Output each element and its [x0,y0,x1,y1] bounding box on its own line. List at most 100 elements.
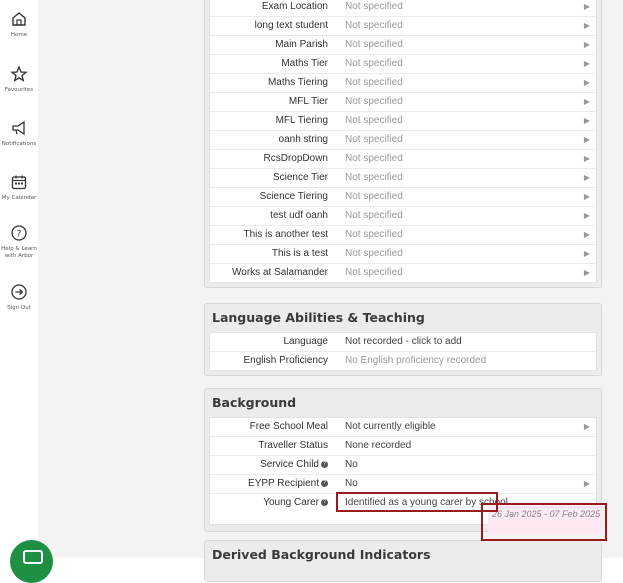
row-value: No English proficiency recorded [345,355,487,366]
help-icon[interactable]: ? [321,479,328,487]
derived-background-panel: Derived Background Indicators [204,540,602,582]
row-label: Science Tiering [259,191,328,202]
arrow-right-icon: ▶ [583,249,590,258]
chat-button[interactable] [10,540,53,583]
english-proficiency-row[interactable]: English Proficiency No English proficienc… [210,352,596,370]
derived-panel-title: Derived Background Indicators [212,547,431,562]
nav-favourites[interactable]: Favourites [0,65,38,94]
row-label: This is a test [271,248,328,259]
row-label: Main Parish [275,39,328,50]
udf-row[interactable]: This is another test Not specified ▶ [210,226,596,245]
row-label: Maths Tiering [267,77,328,88]
row-value: Not specified [345,210,403,221]
row-value: Not currently eligible [345,421,436,432]
row-label: This is another test [243,229,328,240]
row-label: long text student [254,20,328,31]
eypp-recipient-row[interactable]: EYPP Recipient? No ▶ [210,475,596,494]
row-value: Not specified [345,153,403,164]
udf-row[interactable]: Science Tier Not specified ▶ [210,169,596,188]
udf-row[interactable]: long text student Not specified ▶ [210,17,596,36]
arrow-right-icon: ▶ [583,230,590,239]
nav-help-label: Help & Learn [1,246,37,252]
main-content: Exam Location Not specified ▶ long text st… [38,0,623,582]
arrow-right-icon: ▶ [583,2,590,11]
arrow-right-icon: ▶ [583,116,590,125]
arrow-right-icon: ▶ [583,21,590,30]
row-value: Not specified [345,267,403,278]
row-value: Identified as a young carer by school [345,497,508,508]
row-value: Not specified [345,248,403,259]
sign-out-icon [11,284,27,300]
udf-row[interactable]: MFL Tier Not specified ▶ [210,93,596,112]
udf-row[interactable]: MFL Tiering Not specified ▶ [210,112,596,131]
nav-favourites-label: Favourites [4,87,34,93]
nav-help[interactable]: ? Help & Learn with Arbor [0,224,38,260]
help-icon[interactable]: ? [321,498,328,506]
free-school-meal-row[interactable]: Free School Meal Not currently eligible ▶ [210,418,596,437]
nav-home[interactable]: Home [0,10,38,39]
help-icon[interactable]: ? [321,460,328,468]
row-label: oanh string [278,134,328,145]
nav-home-label: Home [10,32,28,38]
nav-help-label-2: with Arbor [4,253,34,259]
nav-calendar-label: My Calendar [1,195,37,201]
language-panel: Language Abilities & Teaching Language No… [204,303,602,376]
arrow-right-icon: ▶ [583,78,590,87]
udf-row[interactable]: Science Tiering Not specified ▶ [210,188,596,207]
svg-text:?: ? [17,230,22,240]
row-label: Service Child? [260,456,328,474]
young-carer-date-range: 26 Jan 2025 - 07 Feb 2025 [492,509,601,519]
nav-sign-out[interactable]: Sign Out [0,283,38,312]
home-icon [12,12,26,26]
arrow-right-icon: ▶ [583,135,590,144]
row-value: None recorded [345,440,412,451]
arrow-right-icon: ▶ [583,479,590,488]
row-label: Language [283,336,329,347]
row-value: Not recorded - click to add [345,336,462,347]
udf-row[interactable]: This is a test Not specified ▶ [210,245,596,264]
language-panel-title: Language Abilities & Teaching [212,310,425,325]
language-row[interactable]: Language Not recorded - click to add [210,333,596,352]
nav-notifications-label: Notifications [1,141,37,147]
traveller-status-row[interactable]: Traveller Status None recorded [210,437,596,456]
star-icon [10,65,28,83]
help-icon: ? [11,225,27,241]
arrow-right-icon: ▶ [583,97,590,106]
row-value: No [345,459,358,470]
udf-row[interactable]: Main Parish Not specified ▶ [210,36,596,55]
row-label: Maths Tier [281,58,328,69]
service-child-row[interactable]: Service Child? No [210,456,596,475]
row-value: No [345,478,358,489]
arrow-right-icon: ▶ [583,192,590,201]
udf-rows: Exam Location Not specified ▶ long text st… [209,0,597,283]
left-nav: Home Favourites Notifications My Calenda… [0,0,39,558]
row-value: Not specified [345,229,403,240]
nav-calendar[interactable]: My Calendar [0,173,38,202]
nav-sign-out-label: Sign Out [7,305,31,311]
row-value: Not specified [345,39,403,50]
row-label: Exam Location [261,1,328,12]
udf-row[interactable]: RcsDropDown Not specified ▶ [210,150,596,169]
udf-row[interactable]: Works at Salamander Not specified ▶ [210,264,596,282]
row-value: Not specified [345,96,403,107]
udf-row[interactable]: Maths Tier Not specified ▶ [210,55,596,74]
udf-row[interactable]: oanh string Not specified ▶ [210,131,596,150]
row-label: Science Tier [272,172,328,183]
user-defined-fields-panel: Exam Location Not specified ▶ long text st… [204,0,602,288]
row-value: Not specified [345,1,403,12]
arrow-right-icon: ▶ [583,154,590,163]
background-panel-title: Background [212,395,297,410]
row-label: English Proficiency [243,355,328,366]
row-label: test udf oanh [270,210,328,221]
row-value: Not specified [345,172,403,183]
arrow-right-icon: ▶ [583,422,590,431]
row-value: Not specified [345,77,403,88]
row-label: Free School Meal [249,421,328,432]
udf-row[interactable]: Maths Tiering Not specified ▶ [210,74,596,93]
row-label: MFL Tiering [275,115,328,126]
nav-notifications[interactable]: Notifications [0,119,38,148]
megaphone-icon [12,120,25,136]
udf-row[interactable]: test udf oanh Not specified ▶ [210,207,596,226]
udf-row[interactable]: Exam Location Not specified ▶ [210,0,596,17]
row-label: Young Carer? [263,494,328,512]
